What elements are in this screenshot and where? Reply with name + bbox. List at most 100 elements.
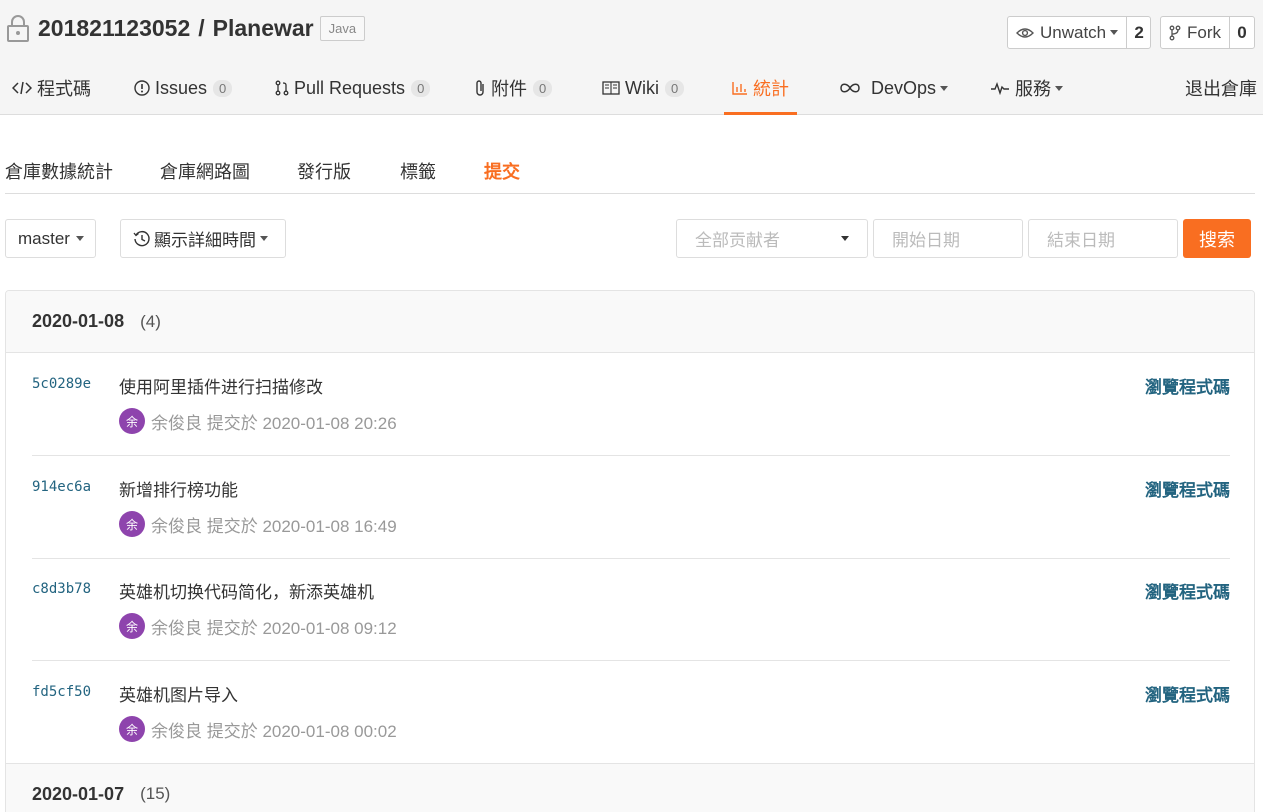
fork-button-group: Fork 0 bbox=[1160, 16, 1255, 49]
tab-label: Wiki bbox=[625, 77, 659, 98]
watch-button-group: Unwatch 2 bbox=[1007, 16, 1151, 49]
tab-label: Pull Requests bbox=[294, 77, 406, 98]
attachments-count-badge: 0 bbox=[533, 79, 553, 97]
commit-message-link[interactable]: 英雄机切换代码简化，新添英雄机 bbox=[119, 578, 374, 603]
subnav-commits[interactable]: 提交 bbox=[484, 158, 520, 184]
chevron-down-icon bbox=[841, 236, 849, 241]
commit-author-time: 余俊良 提交於 2020-01-08 20:26 bbox=[151, 413, 397, 433]
commit-message-link[interactable]: 英雄机图片导入 bbox=[119, 681, 238, 706]
subnav-repo-network[interactable]: 倉庫網路圖 bbox=[160, 158, 250, 184]
unwatch-button[interactable]: Unwatch bbox=[1008, 17, 1128, 48]
commit-author-time: 余俊良 提交於 2020-01-08 09:12 bbox=[151, 618, 397, 638]
tab-pull-requests[interactable]: Pull Requests 0 bbox=[275, 62, 431, 114]
statistics-subnav: 倉庫數據統計 倉庫網路圖 發行版 標籤 提交 bbox=[5, 140, 1255, 194]
chevron-down-icon bbox=[1110, 30, 1119, 35]
commits-panel: 2020-01-08 (4) 5c0289e 使用阿里插件进行扫描修改 余 余俊… bbox=[5, 290, 1255, 812]
avatar[interactable]: 余 bbox=[119, 408, 145, 434]
tab-label: 退出倉庫 bbox=[1185, 79, 1257, 99]
avatar[interactable]: 余 bbox=[119, 613, 145, 639]
commit-meta: 余 余俊良 提交於 2020-01-08 09:12 bbox=[119, 613, 397, 639]
commit-author-time: 余俊良 提交於 2020-01-08 16:49 bbox=[151, 516, 397, 536]
contributor-select[interactable]: 全部贡献者 bbox=[676, 219, 868, 258]
group-count: (4) bbox=[140, 311, 161, 331]
tab-statistics[interactable]: 統計 bbox=[724, 62, 797, 115]
group-date: 2020-01-07 bbox=[32, 783, 125, 804]
subnav-tags[interactable]: 標籤 bbox=[400, 158, 436, 184]
commit-meta: 余 余俊良 提交於 2020-01-08 16:49 bbox=[119, 511, 397, 537]
tab-issues[interactable]: Issues 0 bbox=[134, 62, 233, 114]
tab-label: 程式碼 bbox=[37, 79, 91, 99]
tab-attachments[interactable]: 附件 0 bbox=[474, 62, 553, 114]
tab-label: 統計 bbox=[753, 79, 789, 99]
commit-sha-link[interactable]: fd5cf50 bbox=[32, 684, 91, 700]
tab-label: Issues bbox=[155, 77, 208, 98]
bar-chart-icon bbox=[732, 81, 748, 95]
forks-count[interactable]: 0 bbox=[1230, 17, 1254, 48]
tab-services[interactable]: 服務 bbox=[990, 62, 1063, 114]
commit-sha-link[interactable]: 914ec6a bbox=[32, 479, 91, 495]
repo-separator: / bbox=[198, 14, 205, 41]
detailed-time-toggle[interactable]: 顯示詳細時間 bbox=[120, 219, 286, 258]
search-button[interactable]: 搜索 bbox=[1183, 219, 1251, 258]
tab-label: 服務 bbox=[1015, 79, 1051, 99]
history-icon bbox=[133, 230, 151, 248]
commit-message-link[interactable]: 新增排行榜功能 bbox=[119, 476, 238, 501]
chevron-down-icon bbox=[1055, 85, 1063, 91]
browse-code-link[interactable]: 瀏覽程式碼 bbox=[1145, 476, 1230, 501]
tab-devops[interactable]: DevOps bbox=[838, 62, 949, 114]
commit-author-time: 余俊良 提交於 2020-01-08 00:02 bbox=[151, 721, 397, 741]
group-date: 2020-01-08 bbox=[32, 311, 125, 331]
start-date-input[interactable]: 開始日期 bbox=[873, 219, 1023, 258]
tab-label: 附件 bbox=[491, 79, 527, 99]
repo-owner-link[interactable]: 201821123052 bbox=[38, 15, 190, 42]
repo-header: 201821123052 / Planewar Java Unwatch 2 F… bbox=[0, 0, 1263, 115]
branch-select[interactable]: master bbox=[5, 219, 96, 258]
avatar[interactable]: 余 bbox=[119, 511, 145, 537]
chevron-down-icon bbox=[260, 236, 268, 241]
eye-icon bbox=[1016, 27, 1034, 39]
tab-code[interactable]: 程式碼 bbox=[12, 62, 91, 114]
repo-title: 201821123052 / Planewar Java bbox=[6, 14, 366, 42]
subnav-releases[interactable]: 發行版 bbox=[297, 158, 351, 184]
wiki-count-badge: 0 bbox=[665, 79, 685, 97]
commit-row: c8d3b78 英雄机切换代码简化，新添英雄机 余 余俊良 提交於 2020-0… bbox=[32, 558, 1230, 661]
language-badge: Java bbox=[319, 15, 366, 41]
chevron-down-icon bbox=[940, 85, 949, 91]
commit-meta: 余 余俊良 提交於 2020-01-08 20:26 bbox=[119, 408, 397, 434]
code-icon bbox=[12, 80, 32, 96]
commit-message-link[interactable]: 使用阿里插件进行扫描修改 bbox=[119, 373, 323, 398]
tab-wiki[interactable]: Wiki 0 bbox=[602, 62, 685, 114]
paperclip-icon bbox=[474, 79, 486, 97]
repo-tabs: 程式碼 Issues 0 Pull Requests 0 附件 0 Wiki 0… bbox=[0, 62, 1263, 115]
detailed-time-label: 顯示詳細時間 bbox=[154, 231, 256, 250]
commit-sha-link[interactable]: 5c0289e bbox=[32, 376, 91, 392]
commit-sha-link[interactable]: c8d3b78 bbox=[32, 581, 91, 597]
infinity-icon bbox=[838, 82, 862, 94]
group-count: (15) bbox=[140, 784, 171, 803]
subnav-repo-stats[interactable]: 倉庫數據統計 bbox=[5, 158, 113, 184]
exit-repo-link[interactable]: 退出倉庫 bbox=[1185, 62, 1257, 114]
commit-group-header: 2020-01-08 (4) bbox=[6, 291, 1254, 353]
issue-icon bbox=[134, 80, 150, 96]
end-date-input[interactable]: 結束日期 bbox=[1028, 219, 1178, 258]
repo-name-link[interactable]: Planewar bbox=[213, 15, 314, 42]
browse-code-link[interactable]: 瀏覽程式碼 bbox=[1145, 681, 1230, 706]
avatar[interactable]: 余 bbox=[119, 716, 145, 742]
fork-button[interactable]: Fork bbox=[1161, 17, 1230, 48]
book-icon bbox=[602, 81, 620, 95]
start-date-placeholder: 開始日期 bbox=[892, 231, 960, 250]
browse-code-link[interactable]: 瀏覽程式碼 bbox=[1145, 578, 1230, 603]
fork-icon bbox=[1169, 25, 1181, 41]
end-date-placeholder: 結束日期 bbox=[1047, 231, 1115, 250]
issues-count-badge: 0 bbox=[213, 79, 233, 97]
chevron-down-icon bbox=[75, 236, 84, 241]
fork-label: Fork bbox=[1187, 22, 1221, 42]
unwatch-label: Unwatch bbox=[1040, 22, 1107, 42]
pull-requests-count-badge: 0 bbox=[411, 79, 431, 97]
watchers-count[interactable]: 2 bbox=[1127, 17, 1151, 48]
pull-request-icon bbox=[275, 80, 289, 96]
commit-row: 5c0289e 使用阿里插件进行扫描修改 余 余俊良 提交於 2020-01-0… bbox=[32, 353, 1230, 456]
commit-group-header: 2020-01-07 (15) bbox=[6, 763, 1254, 812]
pulse-icon bbox=[990, 81, 1010, 95]
browse-code-link[interactable]: 瀏覽程式碼 bbox=[1145, 373, 1230, 398]
